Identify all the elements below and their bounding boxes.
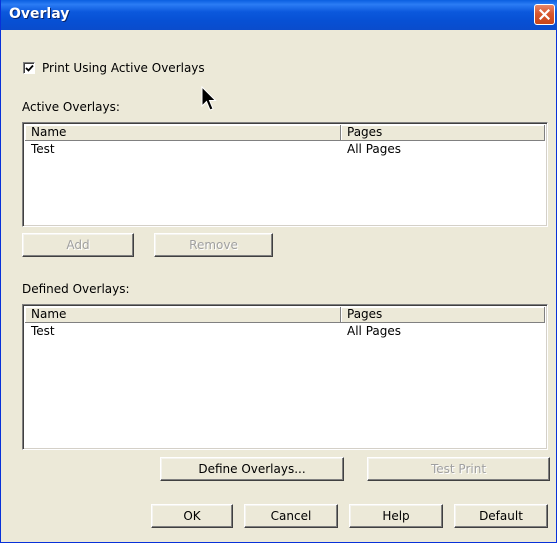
- mouse-pointer-icon: [201, 86, 217, 111]
- remove-button[interactable]: Remove: [154, 233, 273, 257]
- list-item[interactable]: Test All Pages: [25, 323, 545, 339]
- help-button[interactable]: Help: [349, 504, 443, 528]
- default-button[interactable]: Default: [454, 504, 548, 528]
- print-active-overlays-label[interactable]: Print Using Active Overlays: [42, 61, 205, 75]
- column-header-pages[interactable]: Pages: [341, 125, 545, 141]
- list-item[interactable]: Test All Pages: [25, 141, 545, 157]
- print-active-overlays-checkbox[interactable]: [23, 62, 35, 74]
- active-overlays-list[interactable]: Name Pages Test All Pages: [22, 122, 548, 227]
- test-print-button[interactable]: Test Print: [367, 457, 550, 481]
- overlay-name: Test: [31, 142, 55, 156]
- defined-overlays-list[interactable]: Name Pages Test All Pages: [22, 304, 548, 450]
- checkmark-icon: [25, 64, 34, 72]
- defined-overlays-label: Defined Overlays:: [22, 282, 130, 296]
- overlay-name: Test: [31, 324, 55, 338]
- window-title: Overlay: [9, 6, 70, 22]
- active-overlays-label: Active Overlays:: [22, 100, 120, 114]
- close-icon: [539, 9, 550, 20]
- title-bar[interactable]: Overlay: [1, 0, 557, 30]
- define-overlays-button[interactable]: Define Overlays...: [160, 457, 344, 481]
- column-header-name[interactable]: Name: [25, 125, 341, 141]
- column-header-name[interactable]: Name: [25, 307, 341, 323]
- column-header-pages[interactable]: Pages: [341, 307, 545, 323]
- defined-overlays-header: Name Pages: [25, 307, 545, 323]
- overlay-dialog: Overlay Print Using Active Overlays Acti…: [0, 0, 557, 543]
- overlay-pages: All Pages: [347, 142, 401, 156]
- overlay-pages: All Pages: [347, 324, 401, 338]
- ok-button[interactable]: OK: [151, 504, 233, 528]
- add-button[interactable]: Add: [22, 233, 134, 257]
- active-overlays-header: Name Pages: [25, 125, 545, 141]
- cancel-button[interactable]: Cancel: [244, 504, 338, 528]
- close-button[interactable]: [534, 4, 555, 25]
